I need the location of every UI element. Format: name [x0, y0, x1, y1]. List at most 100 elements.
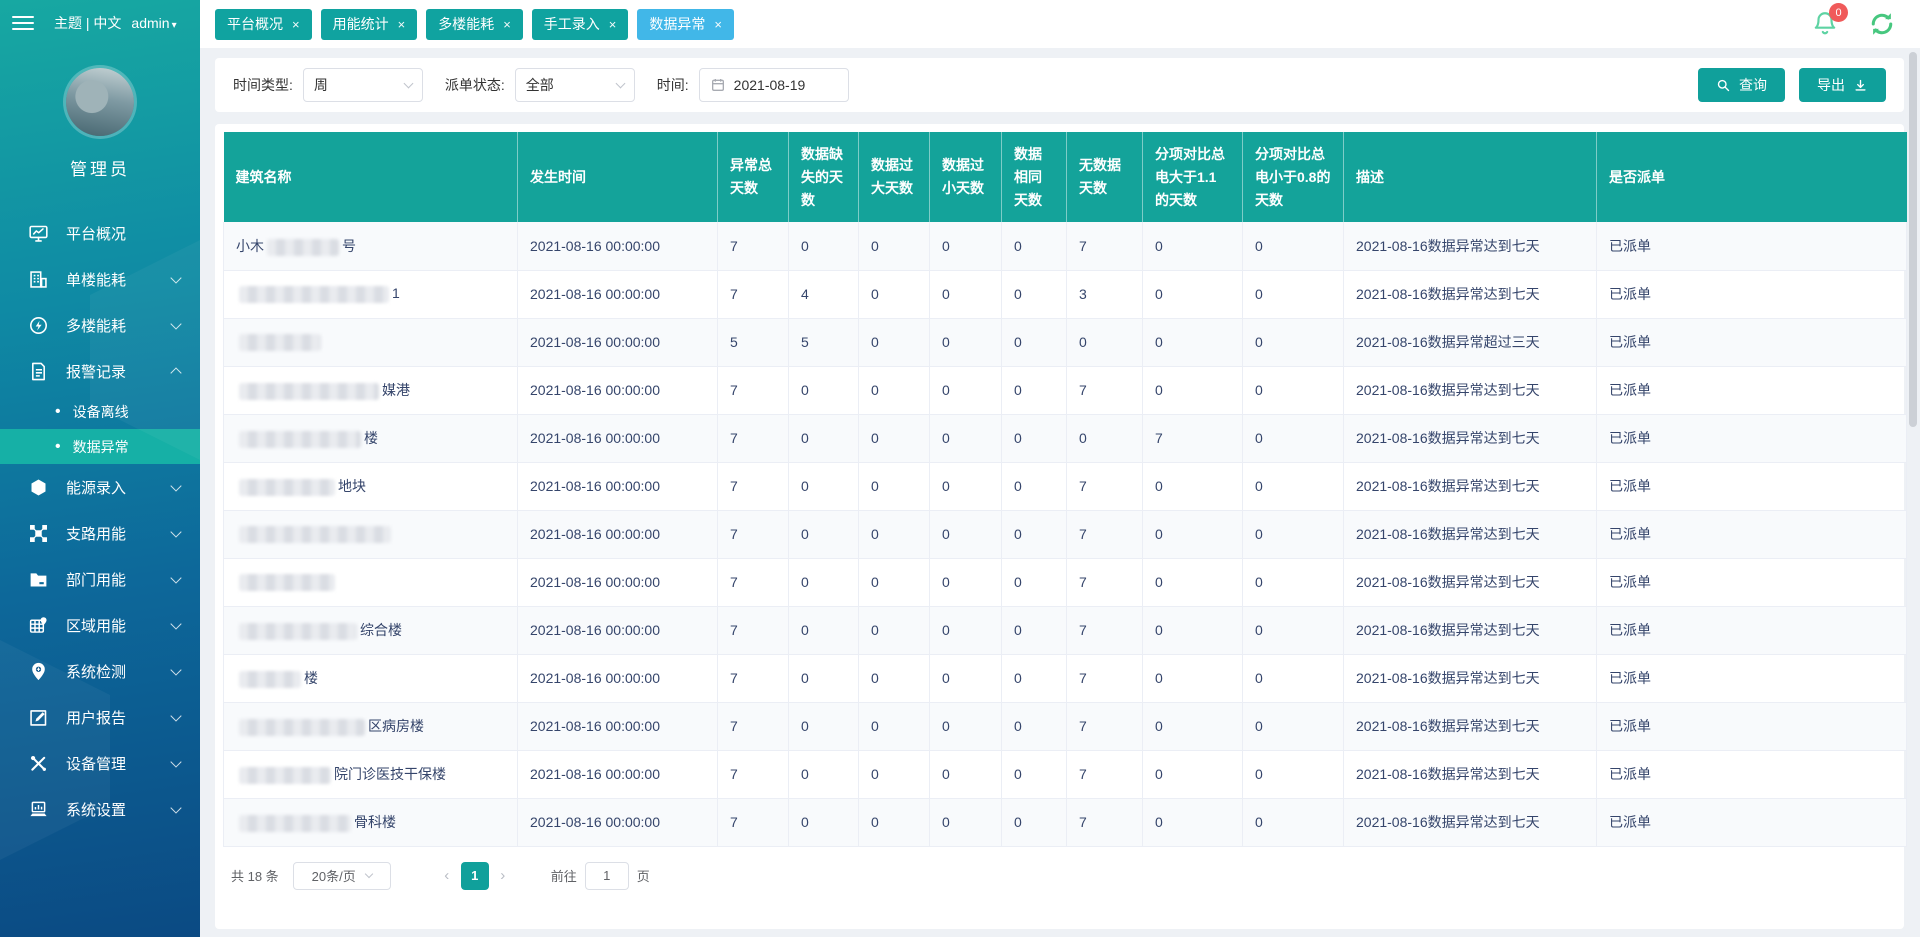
dispatch-status-cell: 已派单 — [1597, 414, 1907, 462]
day-count-cell: 7 — [718, 798, 789, 846]
table-row[interactable]: 区病房楼2021-08-16 00:00:00700007002021-08-1… — [224, 702, 1907, 750]
tab-手工录入[interactable]: 手工录入× — [532, 9, 629, 40]
redacted-text — [239, 574, 335, 591]
day-count-cell: 0 — [930, 750, 1002, 798]
page-number-button[interactable]: 1 — [461, 862, 489, 890]
sidebar-item-系统检测[interactable]: 系统检测 — [0, 648, 200, 694]
export-button[interactable]: 导出 — [1799, 68, 1886, 102]
settings-icon — [28, 799, 49, 820]
bullet-icon: • — [55, 439, 61, 455]
scrollbar-thumb[interactable] — [1909, 52, 1917, 427]
building-name-cell: 区病房楼 — [224, 702, 518, 750]
close-tab-icon[interactable]: × — [398, 17, 406, 32]
building-name-cell: 院门诊医技干保楼 — [224, 750, 518, 798]
day-count-cell: 0 — [1243, 318, 1344, 366]
sidebar-item-支路用能[interactable]: 支路用能 — [0, 510, 200, 556]
sidebar-item-能源录入[interactable]: 能源录入 — [0, 464, 200, 510]
total-count-label: 共 18 条 — [231, 866, 279, 885]
sidebar-item-报警记录[interactable]: 报警记录 — [0, 348, 200, 394]
sidebar-item-多楼能耗[interactable]: 多楼能耗 — [0, 302, 200, 348]
day-count-cell: 7 — [1067, 654, 1143, 702]
table-row[interactable]: 楼2021-08-16 00:00:00700000702021-08-16数据… — [224, 414, 1907, 462]
table-row[interactable]: 媒港2021-08-16 00:00:00700007002021-08-16数… — [224, 366, 1907, 414]
day-count-cell: 0 — [1002, 702, 1067, 750]
column-header-发生时间: 发生时间 — [518, 132, 718, 222]
goto-page-input[interactable] — [585, 862, 629, 890]
day-count-cell: 7 — [718, 558, 789, 606]
table-row[interactable]: 地块2021-08-16 00:00:00700007002021-08-16数… — [224, 462, 1907, 510]
dispatch-status-cell: 已派单 — [1597, 222, 1907, 270]
day-count-cell: 0 — [1002, 654, 1067, 702]
occur-time-cell: 2021-08-16 00:00:00 — [518, 654, 718, 702]
day-count-cell: 0 — [930, 222, 1002, 270]
occur-time-cell: 2021-08-16 00:00:00 — [518, 270, 718, 318]
redacted-text — [267, 239, 339, 256]
sidebar-item-部门用能[interactable]: 部门用能 — [0, 556, 200, 602]
table-header-row: 建筑名称发生时间异常总天数数据缺失的天数数据过大天数数据过小天数数据相同天数无数… — [224, 132, 1907, 222]
tab-平台概况[interactable]: 平台概况× — [215, 9, 312, 40]
sidebar-item-单楼能耗[interactable]: 单楼能耗 — [0, 256, 200, 302]
day-count-cell: 7 — [1067, 222, 1143, 270]
tab-多楼能耗[interactable]: 多楼能耗× — [426, 9, 523, 40]
sidebar-item-平台概况[interactable]: 平台概况 — [0, 210, 200, 256]
close-tab-icon[interactable]: × — [609, 17, 617, 32]
sidebar-item-系统设置[interactable]: 系统设置 — [0, 786, 200, 832]
table-row[interactable]: 小木号2021-08-16 00:00:00700007002021-08-16… — [224, 222, 1907, 270]
building-icon — [28, 269, 49, 290]
column-header-分项对比总电大于1.1的天数: 分项对比总电大于1.1的天数 — [1143, 132, 1243, 222]
day-count-cell: 0 — [930, 414, 1002, 462]
refresh-icon[interactable] — [1868, 10, 1896, 38]
table-row[interactable]: 12021-08-16 00:00:00740003002021-08-16数据… — [224, 270, 1907, 318]
user-dropdown[interactable]: admin▾ — [131, 15, 176, 31]
day-count-cell: 0 — [930, 462, 1002, 510]
next-page-button[interactable]: › — [489, 862, 517, 890]
dispatch-status-cell: 已派单 — [1597, 702, 1907, 750]
tab-数据异常[interactable]: 数据异常× — [637, 9, 734, 40]
chevron-down-icon — [170, 802, 181, 813]
table-row[interactable]: 2021-08-16 00:00:00550000002021-08-16数据异… — [224, 318, 1907, 366]
column-header-分项对比总电小于0.8的天数: 分项对比总电小于0.8的天数 — [1243, 132, 1344, 222]
notification-bell-icon[interactable]: 0 — [1812, 9, 1840, 39]
dispatch-status-select[interactable]: 全部 — [515, 68, 635, 102]
table-row[interactable]: 骨科楼2021-08-16 00:00:00700007002021-08-16… — [224, 798, 1907, 846]
map-icon — [28, 615, 49, 636]
time-type-select[interactable]: 周 — [303, 68, 423, 102]
tab-用能统计[interactable]: 用能统计× — [321, 9, 418, 40]
date-picker[interactable]: 2021-08-19 — [699, 68, 849, 102]
search-button[interactable]: 查询 — [1698, 68, 1785, 102]
sidebar-item-用户报告[interactable]: 用户报告 — [0, 694, 200, 740]
table-row[interactable]: 楼2021-08-16 00:00:00700007002021-08-16数据… — [224, 654, 1907, 702]
monitor-chart-icon — [28, 223, 49, 244]
document-icon — [28, 361, 49, 382]
goto-label: 前往 — [551, 866, 577, 885]
day-count-cell: 7 — [718, 366, 789, 414]
prev-page-button[interactable]: ‹ — [433, 862, 461, 890]
close-tab-icon[interactable]: × — [292, 17, 300, 32]
folder-icon — [28, 569, 49, 590]
redacted-text — [239, 767, 331, 784]
page-size-select[interactable]: 20条/页 — [293, 862, 391, 890]
close-tab-icon[interactable]: × — [714, 17, 722, 32]
chevron-down-icon — [170, 664, 181, 675]
building-name-suffix: 地块 — [338, 478, 366, 494]
day-count-cell: 7 — [1067, 558, 1143, 606]
close-tab-icon[interactable]: × — [503, 17, 511, 32]
avatar[interactable] — [66, 68, 134, 136]
dispatch-status-cell: 已派单 — [1597, 510, 1907, 558]
content-area: 时间类型: 周 派单状态: 全部 时间: 2021-08-19 — [200, 48, 1920, 937]
theme-language-label[interactable]: 主题 | 中文 — [54, 13, 121, 33]
building-name-suffix: 媒港 — [382, 382, 410, 398]
sidebar-item-区域用能[interactable]: 区域用能 — [0, 602, 200, 648]
hamburger-menu-icon[interactable] — [12, 16, 34, 30]
dispatch-status-cell: 已派单 — [1597, 462, 1907, 510]
sidebar-item-设备管理[interactable]: 设备管理 — [0, 740, 200, 786]
tab-bar: 平台概况× 用能统计× 多楼能耗× 手工录入× 数据异常× — [215, 9, 734, 40]
table-row[interactable]: 综合楼2021-08-16 00:00:00700007002021-08-16… — [224, 606, 1907, 654]
table-row[interactable]: 院门诊医技干保楼2021-08-16 00:00:00700007002021-… — [224, 750, 1907, 798]
table-row[interactable]: 2021-08-16 00:00:00700007002021-08-16数据异… — [224, 558, 1907, 606]
sidebar-item-label: 能源录入 — [66, 477, 126, 498]
page-scrollbar[interactable] — [1909, 52, 1917, 930]
table-row[interactable]: 2021-08-16 00:00:00700007002021-08-16数据异… — [224, 510, 1907, 558]
day-count-cell: 0 — [1002, 414, 1067, 462]
day-count-cell: 0 — [859, 462, 930, 510]
